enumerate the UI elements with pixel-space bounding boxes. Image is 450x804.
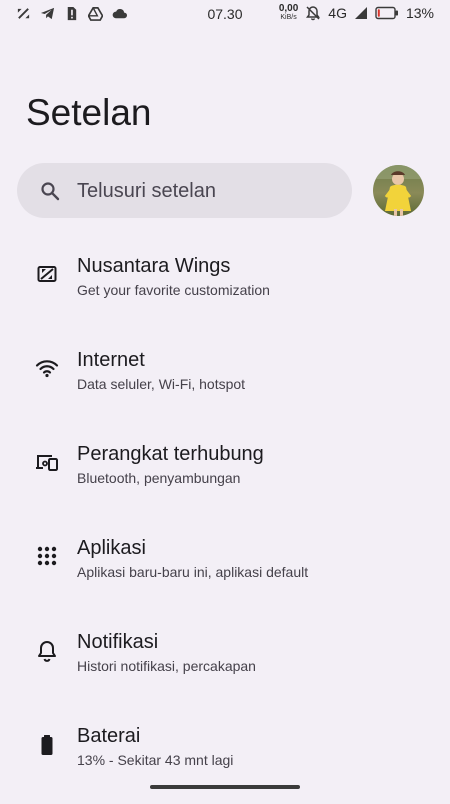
settings-item-internet[interactable]: Internet Data seluler, Wi-Fi, hotspot xyxy=(0,334,450,428)
battery-percent: 13% xyxy=(405,5,434,21)
avatar[interactable] xyxy=(373,165,424,216)
item-title: Nusantara Wings xyxy=(77,255,231,277)
apps-grid-icon xyxy=(37,546,57,566)
settings-item-notifications[interactable]: Notifikasi Histori notifikasi, percakapa… xyxy=(0,616,450,710)
item-title: Perangkat terhubung xyxy=(77,443,264,465)
item-subtitle: Data seluler, Wi-Fi, hotspot xyxy=(77,376,246,392)
item-title: Aplikasi xyxy=(77,537,146,559)
network-speed-unit: KiB/s xyxy=(280,14,297,21)
signal-icon xyxy=(354,7,367,19)
item-title: Notifikasi xyxy=(77,631,159,653)
network-type: 4G xyxy=(328,5,347,21)
connected-devices-icon xyxy=(36,455,58,471)
search-bar[interactable]: Telusuri setelan xyxy=(17,163,352,218)
item-title: Baterai xyxy=(77,725,141,747)
bell-icon xyxy=(38,641,56,662)
nusantara-wings-icon xyxy=(37,266,57,282)
settings-item-apps[interactable]: Aplikasi Aplikasi baru-baru ini, aplikas… xyxy=(0,522,450,616)
item-subtitle: Aplikasi baru-baru ini, aplikasi default xyxy=(77,564,309,580)
status-bar: 07.30 0,00 KiB/s 4G 13% xyxy=(0,0,450,28)
page-title: Setelan xyxy=(26,92,152,133)
profile-photo xyxy=(373,165,424,216)
network-speed-value: 0,00 xyxy=(278,3,299,14)
wifi-icon xyxy=(35,360,59,378)
item-subtitle: Bluetooth, penyambungan xyxy=(77,470,241,486)
settings-item-battery[interactable]: Baterai 13% - Sekitar 43 mnt lagi xyxy=(0,710,450,804)
search-icon xyxy=(41,182,60,201)
system-indicators: 0,00 KiB/s 4G 13% xyxy=(279,4,434,22)
bell-off-icon xyxy=(306,6,321,21)
item-subtitle: 13% - Sekitar 43 mnt lagi xyxy=(77,752,234,768)
item-subtitle: Get your favorite customization xyxy=(77,282,270,298)
item-subtitle: Histori notifikasi, percakapan xyxy=(77,658,256,674)
settings-item-nusantara-wings[interactable]: Nusantara Wings Get your favorite custom… xyxy=(0,240,450,334)
search-placeholder: Telusuri setelan xyxy=(77,180,216,202)
battery-status-icon xyxy=(375,6,398,20)
item-title: Internet xyxy=(77,349,145,371)
gesture-navigation-bar[interactable] xyxy=(150,785,300,789)
settings-item-connected-devices[interactable]: Perangkat terhubung Bluetooth, penyambun… xyxy=(0,428,450,522)
network-speed: 0,00 KiB/s xyxy=(279,4,298,22)
battery-icon xyxy=(41,735,53,755)
